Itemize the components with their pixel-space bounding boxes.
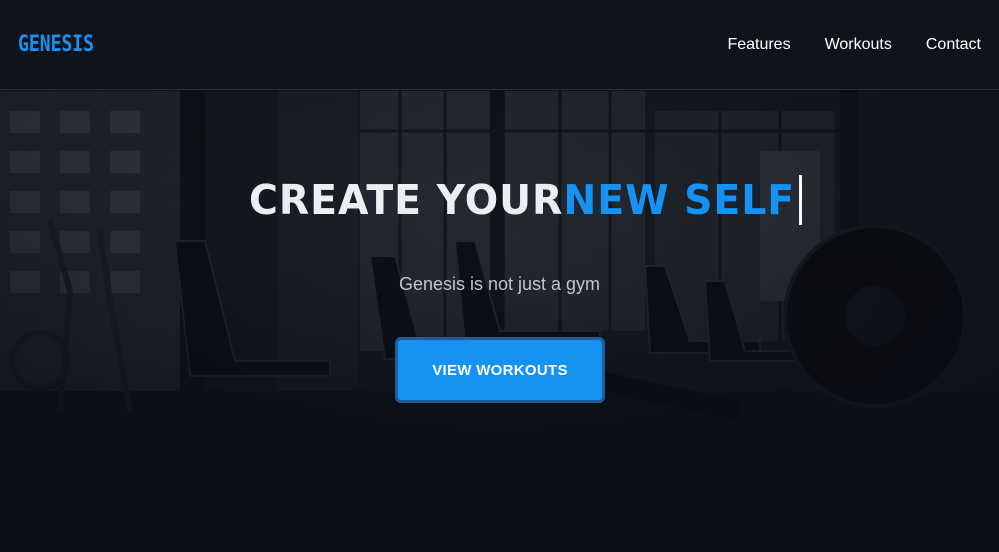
typing-cursor	[799, 175, 802, 225]
hero-section: CREATE YOUR NEW SELF Genesis is not just …	[0, 91, 999, 552]
hero-subtitle: Genesis is not just a gym	[398, 274, 601, 294]
view-workouts-button[interactable]: VIEW WORKOUTS	[395, 337, 605, 403]
nav-link-contact[interactable]: Contact	[926, 36, 981, 54]
nav-link-features[interactable]: Features	[727, 36, 790, 54]
headline-accent-text: NEW SELF	[563, 176, 796, 224]
logo[interactable]: GENESIS	[18, 32, 94, 57]
nav-link-workouts[interactable]: Workouts	[825, 36, 892, 54]
headline-white-text: CREATE YOUR	[249, 176, 564, 224]
hero-overlay	[0, 91, 999, 552]
hero-headline: CREATE YOUR NEW SELF	[249, 175, 802, 225]
main-nav: Features Workouts Contact	[727, 36, 981, 54]
site-header: GENESIS Features Workouts Contact	[0, 0, 999, 90]
